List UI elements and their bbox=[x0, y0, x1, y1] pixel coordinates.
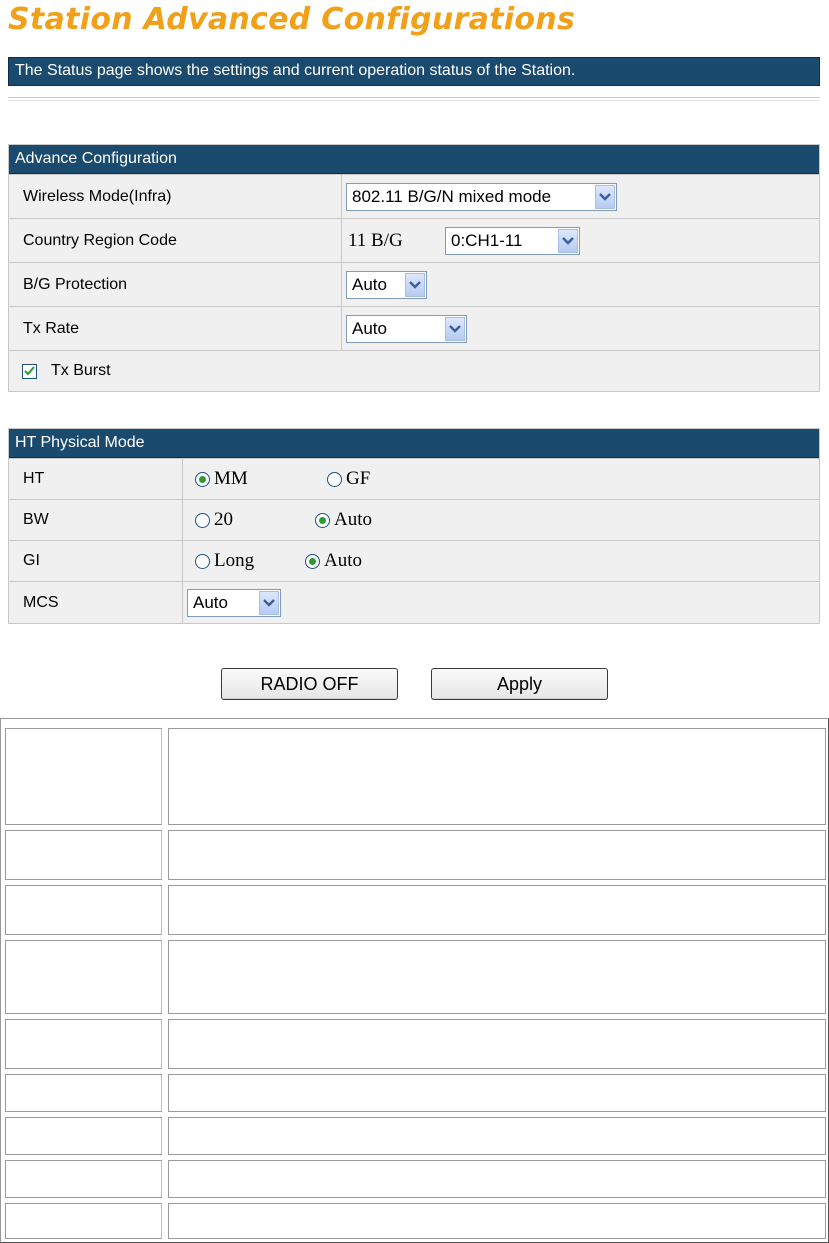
wireless-mode-row: Wireless Mode(Infra) 802.11 B/G/N mixed … bbox=[9, 174, 819, 218]
radio-selected-icon[interactable] bbox=[305, 553, 320, 569]
radio-selected-icon[interactable] bbox=[195, 471, 210, 487]
radio-empty-icon[interactable] bbox=[195, 553, 210, 569]
table-row bbox=[5, 830, 826, 880]
radio-off-button[interactable]: RADIO OFF bbox=[221, 668, 398, 700]
table-row bbox=[5, 885, 826, 935]
bg-protection-value: Auto bbox=[352, 274, 387, 294]
page-description: The Status page shows the settings and c… bbox=[8, 57, 820, 86]
ht-physical-mode-panel: HT Physical Mode HT MM GF BW 20 Auto GI … bbox=[8, 428, 820, 624]
tx-rate-label: Tx Rate bbox=[9, 307, 342, 350]
table-row bbox=[5, 728, 826, 825]
wireless-mode-label: Wireless Mode(Infra) bbox=[9, 175, 342, 218]
advance-configuration-header: Advance Configuration bbox=[9, 145, 819, 174]
apply-button[interactable]: Apply bbox=[431, 668, 608, 700]
table-row bbox=[5, 1074, 826, 1112]
radio-selected-icon[interactable] bbox=[315, 512, 330, 528]
radio-empty-icon[interactable] bbox=[327, 471, 342, 487]
table-row bbox=[5, 1160, 826, 1198]
bw-option-20[interactable]: 20 bbox=[195, 509, 315, 531]
bw-label: BW bbox=[9, 500, 183, 540]
bg-protection-row: B/G Protection Auto bbox=[9, 262, 819, 306]
mcs-row: MCS Auto bbox=[9, 581, 819, 623]
chevron-down-icon[interactable] bbox=[259, 590, 279, 615]
ht-row: HT MM GF bbox=[9, 458, 819, 499]
ht-option-mm[interactable]: MM bbox=[195, 468, 327, 490]
country-region-row: Country Region Code 11 B/G 0:CH1-11 bbox=[9, 218, 819, 262]
ht-label: HT bbox=[9, 459, 183, 499]
radio-empty-icon[interactable] bbox=[195, 512, 210, 528]
country-band-text: 11 B/G bbox=[348, 229, 403, 251]
table-row bbox=[5, 1203, 826, 1239]
mcs-label: MCS bbox=[9, 582, 183, 623]
mcs-select[interactable]: Auto bbox=[187, 588, 281, 617]
tx-rate-select[interactable]: Auto bbox=[346, 314, 467, 343]
check-icon bbox=[24, 366, 35, 376]
chevron-down-icon[interactable] bbox=[405, 272, 425, 297]
gi-label: GI bbox=[9, 541, 183, 581]
bw-row: BW 20 Auto bbox=[9, 499, 819, 540]
description-table bbox=[0, 718, 829, 1243]
ht-option-gf[interactable]: GF bbox=[327, 468, 370, 490]
table-row bbox=[5, 940, 826, 1014]
country-region-label: Country Region Code bbox=[9, 219, 342, 262]
tx-rate-value: Auto bbox=[352, 318, 387, 338]
chevron-down-icon[interactable] bbox=[445, 316, 465, 341]
tx-burst-checkbox[interactable] bbox=[22, 363, 37, 379]
wireless-mode-value: 802.11 B/G/N mixed mode bbox=[352, 186, 552, 206]
chevron-down-icon[interactable] bbox=[558, 228, 578, 253]
advance-configuration-panel: Advance Configuration Wireless Mode(Infr… bbox=[8, 144, 820, 392]
country-channel-value: 0:CH1-11 bbox=[451, 230, 523, 250]
wireless-mode-select[interactable]: 802.11 B/G/N mixed mode bbox=[346, 182, 617, 211]
table-row bbox=[5, 1019, 826, 1069]
gi-row: GI Long Auto bbox=[9, 540, 819, 581]
chevron-down-icon[interactable] bbox=[595, 184, 615, 209]
table-row bbox=[5, 1117, 826, 1155]
tx-burst-label: Tx Burst bbox=[51, 362, 111, 379]
country-channel-select[interactable]: 0:CH1-11 bbox=[445, 226, 580, 255]
tx-rate-row: Tx Rate Auto bbox=[9, 306, 819, 350]
separator-line bbox=[8, 97, 820, 101]
page-title: Station Advanced Configurations bbox=[8, 2, 576, 37]
gi-option-auto[interactable]: Auto bbox=[305, 550, 362, 572]
bw-option-auto[interactable]: Auto bbox=[315, 509, 372, 531]
bg-protection-select[interactable]: Auto bbox=[346, 270, 427, 299]
ht-physical-mode-header: HT Physical Mode bbox=[9, 429, 819, 458]
tx-burst-row: Tx Burst bbox=[9, 350, 819, 391]
gi-option-long[interactable]: Long bbox=[195, 550, 305, 572]
mcs-value: Auto bbox=[193, 592, 228, 612]
bg-protection-label: B/G Protection bbox=[9, 263, 342, 306]
